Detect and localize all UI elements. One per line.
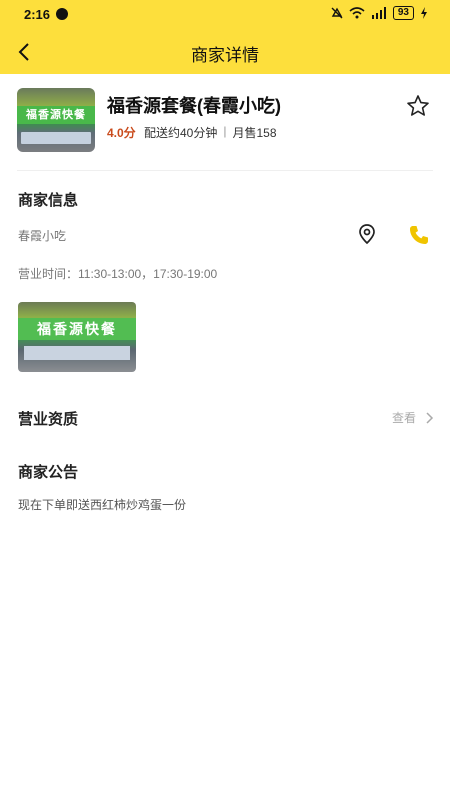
- chevron-right-icon: [426, 411, 434, 424]
- status-bar: 2:16 93: [0, 0, 450, 30]
- divider: [17, 170, 433, 171]
- page-title: 商家详情: [191, 46, 259, 65]
- charging-icon: [421, 7, 427, 19]
- shop-name: 福香源套餐(春霞小吃): [107, 96, 281, 116]
- qualification-view-link[interactable]: 查看: [392, 409, 434, 426]
- status-icons: 93: [331, 6, 428, 20]
- star-icon[interactable]: [406, 94, 430, 118]
- shop-thumbnail[interactable]: 福香源快餐: [17, 88, 95, 152]
- status-time: 2:16: [24, 7, 51, 22]
- shop-meta: 配送约40分钟 | 月售158: [144, 124, 277, 141]
- alarm-icon: [56, 8, 68, 20]
- location-pin-icon[interactable]: [356, 223, 378, 245]
- merchant-info-title: 商家信息: [18, 192, 79, 209]
- battery-indicator: 93: [392, 6, 414, 20]
- mute-icon: [331, 7, 343, 19]
- monthly-sales: 月售158: [232, 126, 277, 140]
- shop-header: 福香源快餐 福香源套餐(春霞小吃) 4.0分 配送约40分钟 | 月售158: [17, 88, 433, 154]
- thumbnail-shelf: [21, 132, 91, 144]
- nav-bar: 商家详情: [0, 34, 450, 70]
- thumbnail-sign: 福香源快餐: [17, 106, 95, 124]
- delivery-time: 配送约40分钟: [144, 126, 218, 140]
- meta-separator: |: [223, 124, 227, 138]
- shop-rating: 4.0分: [107, 126, 136, 140]
- top-bar: 2:16 93 商家详情: [0, 0, 450, 74]
- signal-icon: [371, 7, 386, 19]
- phone-icon[interactable]: [408, 224, 430, 246]
- photo-sign: 福香源快餐: [18, 318, 136, 340]
- announcement-text: 现在下单即送西红柿炒鸡蛋一份: [18, 498, 187, 512]
- wifi-icon: [349, 7, 365, 19]
- qualification-title: 营业资质: [18, 411, 79, 428]
- announcement-title: 商家公告: [18, 464, 79, 481]
- business-hours: 营业时间：11:30-13:00，17:30-19:00: [18, 267, 218, 281]
- merchant-category: 春霞小吃: [18, 229, 67, 243]
- photo-shelf: [24, 346, 130, 360]
- shop-photo[interactable]: 福香源快餐: [18, 302, 136, 372]
- view-label: 查看: [391, 411, 416, 425]
